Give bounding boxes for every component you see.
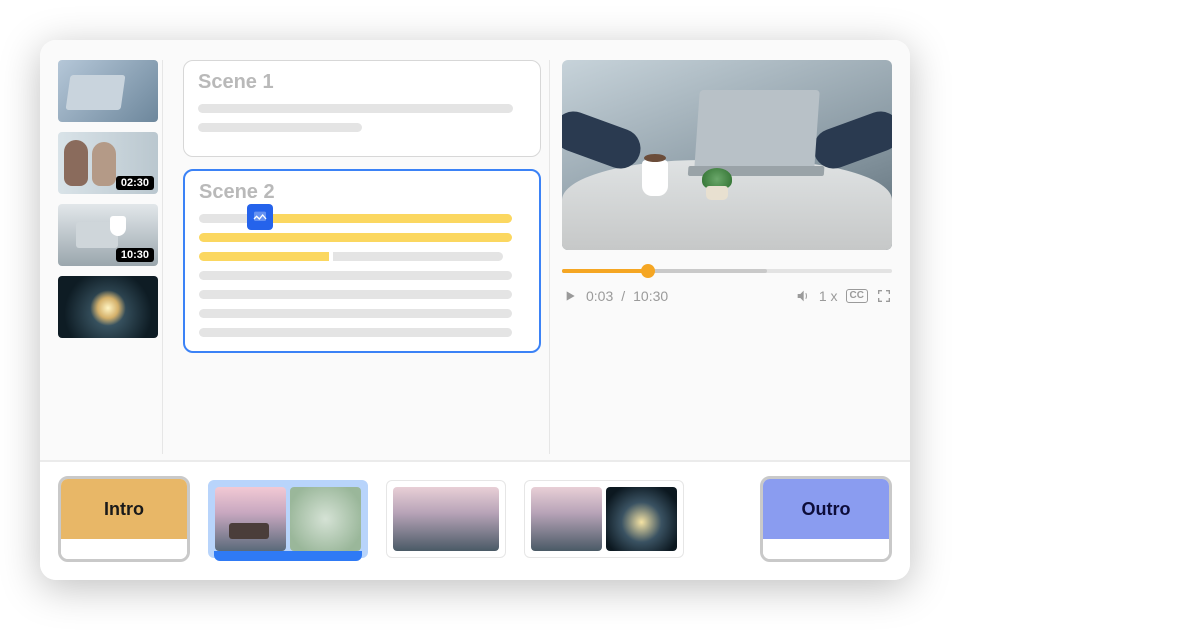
storyboard-strip: Intro Outro [40,460,910,580]
script-line[interactable] [199,214,525,223]
script-line[interactable] [199,271,512,280]
script-line[interactable] [199,309,512,318]
clip-thumbnail[interactable]: 10:30 [58,204,158,266]
time-separator: / [621,288,625,304]
scene-tile-thumb [215,487,286,551]
video-editor-window: 02:30 10:30 Scene 1 Scene 2 [40,40,910,580]
scene-tile-thumb [531,487,602,551]
scene-tile-thumb [393,487,499,551]
storyboard-scene-tile[interactable] [524,480,684,558]
clip-thumbnail[interactable]: 02:30 [58,132,158,194]
scrubber-knob[interactable] [641,264,655,278]
media-chip-icon[interactable] [247,204,273,230]
volume-icon[interactable] [795,288,811,304]
captions-icon[interactable]: CC [846,289,868,303]
clip-thumbnail[interactable] [58,276,158,338]
video-scrubber[interactable] [562,264,892,278]
scene-tile-thumb [606,487,677,551]
storyboard-scene-tile[interactable] [208,480,368,558]
outro-tile[interactable]: Outro [760,476,892,562]
preview-column: 0:03 / 10:30 1 x CC [562,60,892,454]
scene-title: Scene 2 [199,181,525,204]
fullscreen-icon[interactable] [876,288,892,304]
clip-duration-badge: 02:30 [116,176,154,190]
script-line[interactable] [199,290,512,299]
playback-speed[interactable]: 1 x [819,288,838,304]
storyboard-scene-tile[interactable] [386,480,506,558]
script-line [198,104,513,113]
scene-list-column: Scene 1 Scene 2 [175,60,550,454]
main-area: 02:30 10:30 Scene 1 Scene 2 [40,40,910,460]
clip-thumbnail-column: 02:30 10:30 [58,60,163,454]
script-line [198,123,362,132]
player-controls: 0:03 / 10:30 1 x CC [562,288,892,304]
scene-card-2[interactable]: Scene 2 [183,169,541,353]
time-duration: 10:30 [633,288,668,304]
script-line[interactable] [199,252,525,261]
play-icon[interactable] [562,288,578,304]
intro-tile[interactable]: Intro [58,476,190,562]
script-line[interactable] [199,328,512,337]
scene-title: Scene 1 [198,71,526,94]
scene-tile-thumb [290,487,361,551]
intro-label: Intro [61,479,187,539]
script-line[interactable] [199,233,512,242]
scene-card-1[interactable]: Scene 1 [183,60,541,157]
clip-thumbnail[interactable] [58,60,158,122]
preview-video[interactable] [562,60,892,250]
scrubber-fill [562,269,648,273]
clip-duration-badge: 10:30 [116,248,154,262]
time-current: 0:03 [586,288,613,304]
outro-label: Outro [763,479,889,539]
